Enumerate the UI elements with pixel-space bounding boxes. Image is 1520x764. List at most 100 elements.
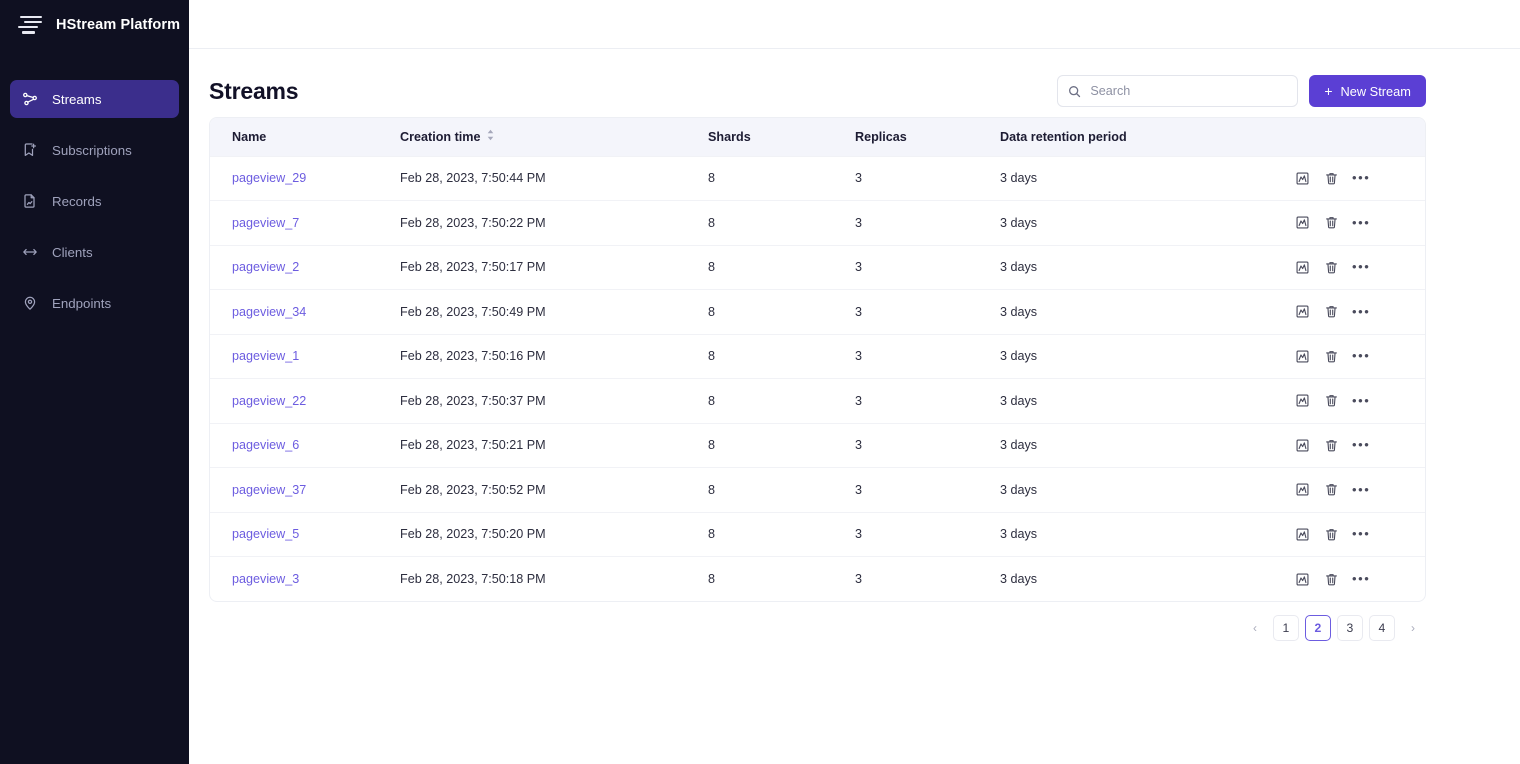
delete-trash-icon[interactable]: [1323, 481, 1340, 498]
cell-creation-time: Feb 28, 2023, 7:50:44 PM: [400, 156, 708, 201]
pagination-page-2[interactable]: 2: [1305, 615, 1331, 641]
cell-retention: 3 days: [1000, 557, 1250, 602]
sidebar-item-label: Streams: [52, 92, 102, 107]
search-box[interactable]: [1057, 75, 1298, 107]
delete-trash-icon[interactable]: [1323, 170, 1340, 187]
sidebar: HStream Platform Streams: [0, 0, 189, 764]
more-options-icon[interactable]: •••: [1352, 220, 1370, 226]
cell-actions: •••: [1250, 156, 1425, 201]
pagination-next-button[interactable]: ›: [1401, 615, 1425, 641]
row-actions: •••: [1250, 481, 1425, 498]
delete-trash-icon[interactable]: [1323, 526, 1340, 543]
more-options-icon[interactable]: •••: [1352, 487, 1370, 493]
row-actions: •••: [1250, 526, 1425, 543]
stream-name-link[interactable]: pageview_5: [232, 527, 299, 541]
cell-retention: 3 days: [1000, 423, 1250, 468]
more-options-icon[interactable]: •••: [1352, 264, 1370, 270]
stream-name-link[interactable]: pageview_37: [232, 483, 306, 497]
app-root: HStream Platform Streams: [0, 0, 1520, 764]
cell-name: pageview_2: [210, 245, 400, 290]
cell-replicas: 3: [855, 557, 1000, 602]
cell-shards: 8: [708, 156, 855, 201]
cell-retention: 3 days: [1000, 245, 1250, 290]
cell-actions: •••: [1250, 512, 1425, 557]
metrics-chart-icon[interactable]: [1294, 437, 1311, 454]
clients-icon: [22, 244, 38, 260]
more-options-icon[interactable]: •••: [1352, 175, 1370, 181]
cell-name: pageview_1: [210, 334, 400, 379]
stream-name-link[interactable]: pageview_22: [232, 394, 306, 408]
cell-actions: •••: [1250, 290, 1425, 335]
stream-name-link[interactable]: pageview_7: [232, 216, 299, 230]
column-header-name[interactable]: Name: [210, 118, 400, 156]
delete-trash-icon[interactable]: [1323, 437, 1340, 454]
row-actions: •••: [1250, 303, 1425, 320]
delete-trash-icon[interactable]: [1323, 303, 1340, 320]
pagination-pages: 1234: [1273, 615, 1395, 641]
sidebar-item-streams[interactable]: Streams: [10, 80, 179, 118]
sidebar-item-records[interactable]: Records: [10, 182, 179, 220]
stream-name-link[interactable]: pageview_2: [232, 260, 299, 274]
new-stream-button[interactable]: + New Stream: [1309, 75, 1426, 107]
metrics-chart-icon[interactable]: [1294, 571, 1311, 588]
column-header-shards: Shards: [708, 118, 855, 156]
more-options-icon[interactable]: •••: [1352, 309, 1370, 315]
table-row: pageview_34Feb 28, 2023, 7:50:49 PM833 d…: [210, 290, 1425, 335]
metrics-chart-icon[interactable]: [1294, 303, 1311, 320]
pagination-page-1[interactable]: 1: [1273, 615, 1299, 641]
table-row: pageview_2Feb 28, 2023, 7:50:17 PM833 da…: [210, 245, 1425, 290]
sidebar-item-subscriptions[interactable]: Subscriptions: [10, 131, 179, 169]
metrics-chart-icon[interactable]: [1294, 214, 1311, 231]
cell-shards: 8: [708, 557, 855, 602]
stream-name-link[interactable]: pageview_29: [232, 171, 306, 185]
more-options-icon[interactable]: •••: [1352, 576, 1370, 582]
column-label: Data retention period: [1000, 130, 1127, 144]
metrics-chart-icon[interactable]: [1294, 481, 1311, 498]
stream-name-link[interactable]: pageview_34: [232, 305, 306, 319]
delete-trash-icon[interactable]: [1323, 571, 1340, 588]
brand[interactable]: HStream Platform: [0, 0, 189, 49]
top-bar: [189, 0, 1520, 49]
column-header-creation-time[interactable]: Creation time: [400, 118, 708, 156]
cell-actions: •••: [1250, 245, 1425, 290]
delete-trash-icon[interactable]: [1323, 348, 1340, 365]
metrics-chart-icon[interactable]: [1294, 259, 1311, 276]
column-header-replicas: Replicas: [855, 118, 1000, 156]
cell-replicas: 3: [855, 379, 1000, 424]
stream-name-link[interactable]: pageview_6: [232, 438, 299, 452]
table-row: pageview_37Feb 28, 2023, 7:50:52 PM833 d…: [210, 468, 1425, 513]
delete-trash-icon[interactable]: [1323, 259, 1340, 276]
delete-trash-icon[interactable]: [1323, 392, 1340, 409]
streams-table-card: Name Creation time: [209, 117, 1426, 602]
metrics-chart-icon[interactable]: [1294, 526, 1311, 543]
sidebar-item-endpoints[interactable]: Endpoints: [10, 284, 179, 322]
column-header-retention: Data retention period: [1000, 118, 1250, 156]
pagination-page-3[interactable]: 3: [1337, 615, 1363, 641]
delete-trash-icon[interactable]: [1323, 214, 1340, 231]
table-head: Name Creation time: [210, 118, 1425, 156]
cell-name: pageview_3: [210, 557, 400, 602]
metrics-chart-icon[interactable]: [1294, 170, 1311, 187]
pagination-page-4[interactable]: 4: [1369, 615, 1395, 641]
sort-icon[interactable]: [486, 129, 495, 144]
cell-shards: 8: [708, 468, 855, 513]
subscriptions-icon: [22, 142, 38, 158]
row-actions: •••: [1250, 348, 1425, 365]
sidebar-item-label: Endpoints: [52, 296, 111, 311]
row-actions: •••: [1250, 170, 1425, 187]
search-input[interactable]: [1090, 84, 1287, 98]
more-options-icon[interactable]: •••: [1352, 353, 1370, 359]
stream-name-link[interactable]: pageview_3: [232, 572, 299, 586]
metrics-chart-icon[interactable]: [1294, 348, 1311, 365]
pagination-prev-button[interactable]: ‹: [1243, 615, 1267, 641]
more-options-icon[interactable]: •••: [1352, 531, 1370, 537]
sidebar-item-clients[interactable]: Clients: [10, 233, 179, 271]
header-actions: + New Stream: [1057, 75, 1426, 107]
metrics-chart-icon[interactable]: [1294, 392, 1311, 409]
stream-name-link[interactable]: pageview_1: [232, 349, 299, 363]
more-options-icon[interactable]: •••: [1352, 398, 1370, 404]
more-options-icon[interactable]: •••: [1352, 442, 1370, 448]
search-icon: [1068, 85, 1081, 98]
cell-shards: 8: [708, 290, 855, 335]
cell-retention: 3 days: [1000, 468, 1250, 513]
